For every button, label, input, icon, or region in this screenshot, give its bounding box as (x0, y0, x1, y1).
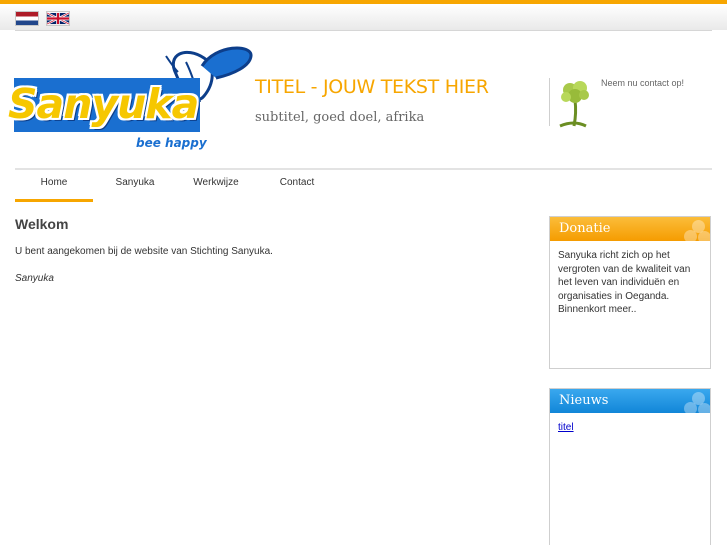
site-subtitle: subtitel, goed doel, afrika (255, 110, 425, 125)
signature-text: Sanyuka (15, 273, 54, 284)
contact-link[interactable]: Neem nu contact op! (601, 78, 684, 88)
header-divider (15, 30, 712, 31)
nav-item-werkwijze[interactable]: Werkwijze (177, 170, 255, 202)
welcome-text: U bent aangekomen bij de website van Sti… (15, 246, 273, 257)
news-item-link[interactable]: titel (558, 422, 574, 433)
donatie-text: Sanyuka richt zich op het vergroten van … (558, 250, 691, 315)
nieuws-title: Nieuws (559, 393, 609, 408)
site-logo[interactable]: Sanyuka bee happy (8, 44, 253, 156)
main-navigation: Home Sanyuka Werkwijze Contact (15, 170, 712, 202)
logo-tagline: bee happy (136, 136, 207, 150)
nieuws-body: titel (550, 413, 710, 443)
flag-netherlands-icon[interactable] (15, 11, 39, 26)
nav-item-home[interactable]: Home (15, 170, 93, 202)
nav-item-sanyuka[interactable]: Sanyuka (96, 170, 174, 202)
honeycomb-icon (698, 231, 710, 241)
page-heading: Welkom (15, 216, 69, 232)
donatie-title: Donatie (559, 221, 611, 236)
donatie-box: Donatie Sanyuka richt zich op het vergro… (549, 216, 711, 369)
nieuws-header: Nieuws (550, 389, 710, 413)
honeycomb-icon (684, 230, 697, 241)
honeycomb-icon (684, 402, 697, 413)
donatie-header: Donatie (550, 217, 710, 241)
tree-icon (559, 81, 589, 128)
nav-item-contact[interactable]: Contact (258, 170, 336, 202)
nieuws-box: Nieuws titel (549, 388, 711, 545)
site-title: TITEL - JOUW TEKST HIER (255, 76, 489, 98)
honeycomb-icon (698, 403, 710, 413)
logo-name: Sanyuka (8, 80, 199, 128)
contact-divider (549, 78, 550, 126)
flag-united-kingdom-icon[interactable] (46, 11, 70, 26)
language-bar (0, 4, 727, 30)
uk-flag-graphic (47, 12, 69, 25)
